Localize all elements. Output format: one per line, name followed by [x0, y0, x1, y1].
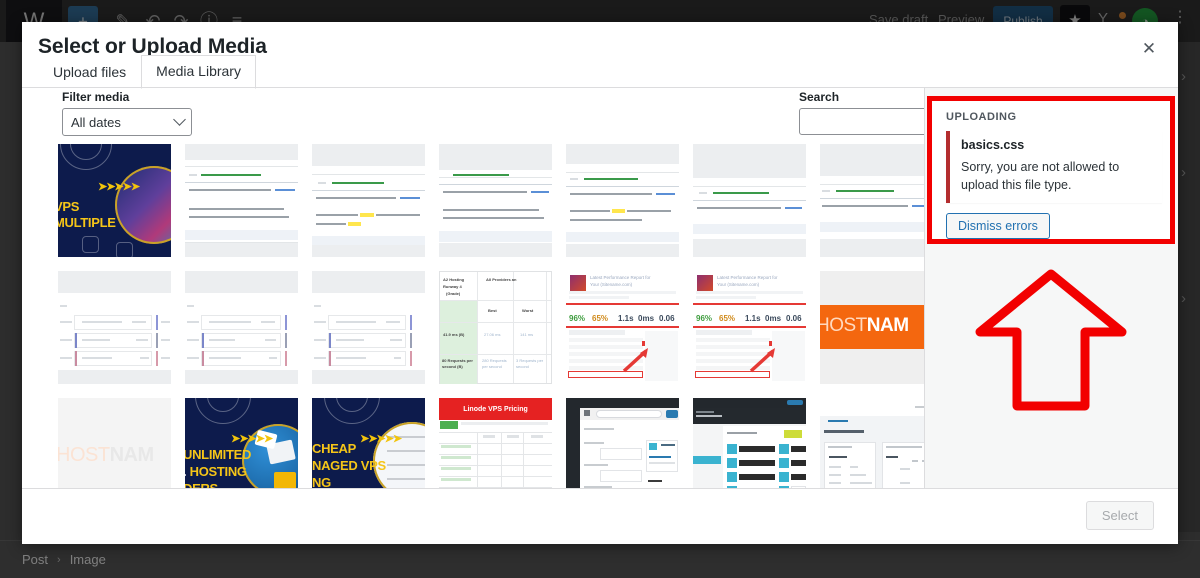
media-item-thumbnail[interactable]	[693, 398, 806, 488]
upload-error-highlight-box: UPLOADING basics.css Sorry, you are not …	[927, 96, 1175, 244]
media-item-thumbnail[interactable]	[312, 271, 425, 384]
upload-error-notice: basics.css Sorry, you are not allowed to…	[946, 131, 1162, 204]
upload-status-sidebar: UPLOADING basics.css Sorry, you are not …	[924, 88, 1178, 488]
media-item-thumbnail[interactable]	[820, 398, 924, 488]
media-item-thumbnail[interactable]: HOSTNAM	[58, 398, 171, 488]
search-label: Search	[799, 90, 840, 104]
media-item-thumbnail[interactable]	[312, 144, 425, 257]
uploading-heading: UPLOADING	[946, 111, 1017, 123]
media-item-thumbnail[interactable]	[566, 398, 679, 488]
thumb-cell-a2hosting: A2 Hosting	[443, 277, 465, 282]
modal-header: Select or Upload Media ✕ Upload files Me…	[22, 22, 1178, 89]
media-grid: ➤➤➤➤➤ VPS MULTIPLE A2 Hosting Runway 4 (…	[58, 144, 924, 488]
media-item-thumbnail[interactable]	[439, 144, 552, 257]
filter-media-group: Filter media All dates	[62, 90, 192, 136]
close-icon[interactable]: ✕	[1132, 32, 1166, 66]
select-button[interactable]: Select	[1085, 501, 1154, 530]
red-arrow-annotation-icon	[622, 348, 648, 373]
tab-upload-files[interactable]: Upload files	[38, 56, 141, 89]
media-item-thumbnail[interactable]	[185, 144, 298, 257]
date-filter-select[interactable]: All dates	[62, 108, 192, 136]
media-grid-scroll[interactable]: ➤➤➤➤➤ VPS MULTIPLE A2 Hosting Runway 4 (…	[22, 144, 924, 488]
media-item-thumbnail[interactable]: Latest Performance Report for Your (Site…	[566, 271, 679, 384]
up-arrow-annotation-icon	[975, 269, 1127, 411]
error-message: Sorry, you are not allowed to upload thi…	[961, 160, 1120, 193]
media-item-thumbnail[interactable]: Latest Performance Report for Your (Site…	[693, 271, 806, 384]
modal-tabs: Upload files Media Library	[38, 54, 256, 89]
media-item-thumbnail[interactable]	[820, 144, 924, 257]
media-item-thumbnail[interactable]	[185, 271, 298, 384]
modal-body: Filter media All dates Search ➤➤➤➤➤ VPS …	[22, 88, 1178, 488]
media-item-thumbnail[interactable]: ➤➤➤➤➤ CHEAP NAGED VPS NG DERS	[312, 398, 425, 488]
media-item-thumbnail[interactable]: ➤➤➤➤➤ UNLIMITED . HOSTING DERS	[185, 398, 298, 488]
media-item-thumbnail[interactable]: ➤➤➤➤➤ VPS MULTIPLE	[58, 144, 171, 257]
search-group: Search	[799, 90, 934, 135]
media-item-thumbnail[interactable]: A2 Hosting Runway 4 (Grade) All Provider…	[439, 271, 552, 384]
select-or-upload-media-modal: Select or Upload Media ✕ Upload files Me…	[22, 22, 1178, 544]
media-item-thumbnail[interactable]	[566, 144, 679, 257]
media-library-column: Filter media All dates Search ➤➤➤➤➤ VPS …	[22, 88, 934, 488]
thumb-linode-title: Linode VPS Pricing	[439, 398, 552, 420]
media-item-thumbnail[interactable]	[58, 271, 171, 384]
media-item-thumbnail[interactable]: HOSTNAM	[820, 271, 924, 384]
tab-media-library[interactable]: Media Library	[141, 55, 256, 89]
media-toolbar: Filter media All dates Search	[22, 88, 934, 144]
dismiss-errors-button[interactable]: Dismiss errors	[946, 213, 1050, 240]
media-item-thumbnail[interactable]: Linode VPS Pricing	[439, 398, 552, 488]
media-item-thumbnail[interactable]	[693, 144, 806, 257]
error-filename: basics.css	[961, 138, 1025, 152]
red-arrow-annotation-icon	[749, 348, 775, 373]
search-input[interactable]	[799, 108, 934, 135]
filter-media-label: Filter media	[62, 90, 130, 104]
modal-footer: Select	[22, 488, 1178, 544]
